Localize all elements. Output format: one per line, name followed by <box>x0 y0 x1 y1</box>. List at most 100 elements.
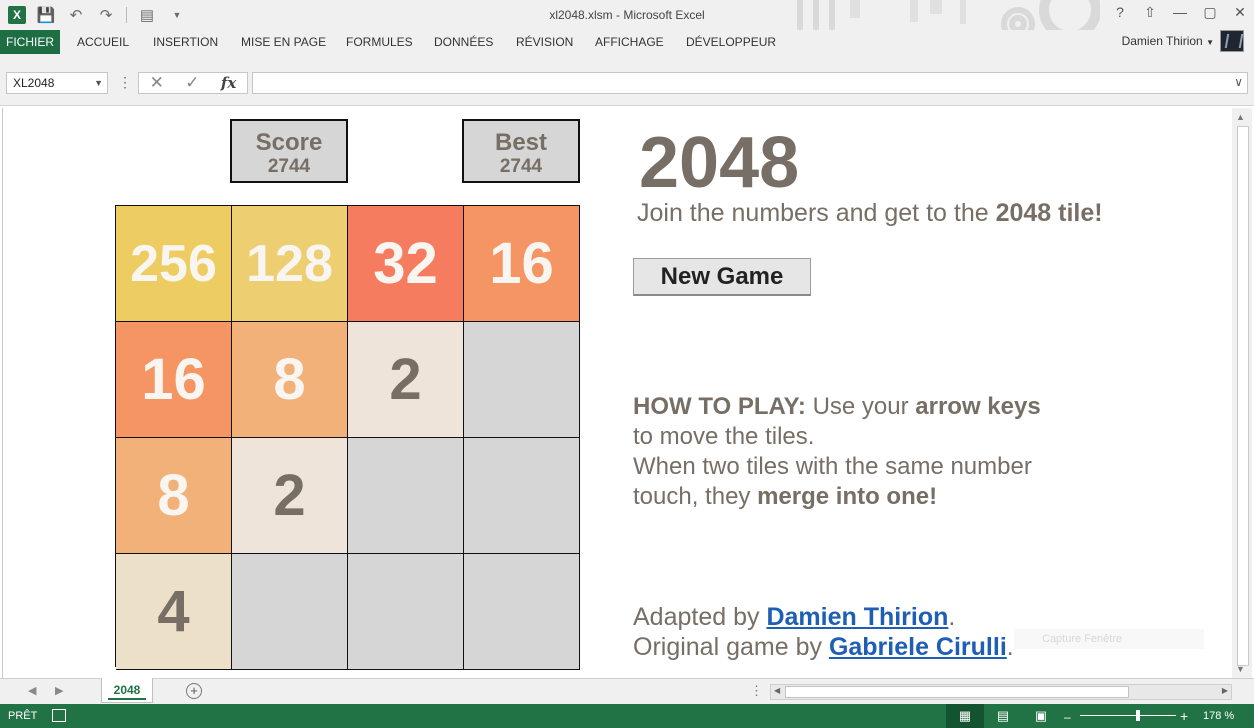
avatar[interactable] <box>1220 30 1244 52</box>
tab-donnees[interactable]: DONNÉES <box>434 30 493 54</box>
empty-tile <box>348 438 464 554</box>
title-bar: X 💾 ↶ ↷ ▤ ▼ xl2048.xlsm - Microsoft Exce… <box>0 0 1254 41</box>
tab-insertion[interactable]: INSERTION <box>153 30 218 54</box>
macro-recording-icon[interactable] <box>52 709 66 722</box>
tile: 128 <box>232 206 348 322</box>
empty-tile <box>464 554 580 670</box>
credit-adapted-suffix: . <box>948 603 956 631</box>
tile: 16 <box>116 322 232 438</box>
author-link[interactable]: Damien Thirion <box>766 603 948 631</box>
zoom-slider-handle[interactable] <box>1136 710 1140 721</box>
credit-original-prefix: Original game by <box>633 633 829 661</box>
tab-formules[interactable]: FORMULES <box>346 30 413 54</box>
credit-original: Original game by Gabriele Cirulli. <box>633 632 1014 662</box>
page-layout-view-icon[interactable]: ▤ <box>984 704 1022 728</box>
capture-tooltip: Capture Fenêtre <box>1014 629 1204 649</box>
scroll-right-icon[interactable]: ▶ <box>1222 686 1228 695</box>
vertical-scrollbar[interactable]: ▲ ▼ <box>1232 108 1252 678</box>
empty-tile <box>348 554 464 670</box>
add-sheet-icon[interactable]: + <box>186 683 202 699</box>
scroll-down-icon[interactable]: ▼ <box>1236 664 1245 674</box>
tile: 4 <box>116 554 232 670</box>
user-menu-chevron-icon: ▼ <box>1206 38 1214 47</box>
subtitle-text: Join the numbers and get to the <box>637 199 996 227</box>
zoom-slider[interactable] <box>1080 715 1176 716</box>
howto-line-4-text: touch, they <box>633 483 758 510</box>
minimize-button[interactable]: — <box>1172 4 1188 21</box>
howto-merge: merge into one! <box>757 483 938 510</box>
empty-tile <box>464 322 580 438</box>
cancel-icon[interactable]: ✕ <box>150 73 164 93</box>
worksheet[interactable]: Score 2744 Best 2744 256 128 32 16 16 8 … <box>2 108 1230 678</box>
help-button[interactable]: ? <box>1112 4 1128 21</box>
game-title: 2048 <box>639 123 800 203</box>
sheet-tabs-bar: ◀ ▶ 2048 + ⋮ ◀ ▶ <box>0 678 1254 704</box>
normal-view-icon[interactable]: ▦ <box>946 704 984 728</box>
tab-developpeur[interactable]: DÉVELOPPEUR <box>686 30 776 54</box>
window-controls: ? ⇧ — ▢ ✕ <box>1112 4 1248 21</box>
excel-window: X 💾 ↶ ↷ ▤ ▼ xl2048.xlsm - Microsoft Exce… <box>0 0 1254 728</box>
restore-button[interactable]: ▢ <box>1202 4 1218 21</box>
tab-mise-en-page[interactable]: MISE EN PAGE <box>241 30 326 54</box>
tile: 8 <box>232 322 348 438</box>
view-buttons: ▦ ▤ ▣ <box>946 704 1060 728</box>
howto-line-3: When two tiles with the same number <box>633 453 1032 480</box>
zoom-out-icon[interactable]: – <box>1064 710 1071 724</box>
insert-function-icon[interactable]: fx <box>221 74 236 92</box>
howto-heading: HOW TO PLAY: <box>633 393 806 420</box>
name-box[interactable]: XL2048 ▼ <box>6 72 108 94</box>
tile: 256 <box>116 206 232 322</box>
empty-tile <box>464 438 580 554</box>
user-name-label: Damien Thirion <box>1121 34 1203 48</box>
tab-fichier[interactable]: FICHIER <box>0 30 60 54</box>
next-sheet-icon[interactable]: ▶ <box>55 684 63 697</box>
credit-adapted: Adapted by Damien Thirion. <box>633 602 1014 632</box>
ribbon-display-options-icon[interactable]: ⇧ <box>1142 4 1158 21</box>
credit-adapted-prefix: Adapted by <box>633 603 767 631</box>
game-board[interactable]: 256 128 32 16 16 8 2 8 2 4 <box>115 205 580 670</box>
vertical-scroll-thumb[interactable] <box>1237 126 1249 666</box>
resize-handle-icon[interactable]: ⋮ <box>118 74 132 91</box>
tile: 32 <box>348 206 464 322</box>
name-box-value: XL2048 <box>13 76 55 90</box>
tab-accueil[interactable]: ACCUEIL <box>77 30 129 54</box>
original-author-link[interactable]: Gabriele Cirulli <box>829 633 1007 661</box>
user-name[interactable]: Damien Thirion ▼ <box>1122 34 1214 48</box>
horizontal-scroll-thumb[interactable] <box>785 686 1129 698</box>
game-subtitle: Join the numbers and get to the 2048 til… <box>637 199 1103 228</box>
subtitle-bold: 2048 tile! <box>995 199 1103 227</box>
name-box-dropdown-icon[interactable]: ▼ <box>94 73 103 93</box>
score-box: Score 2744 <box>230 119 348 183</box>
tile: 2 <box>348 322 464 438</box>
how-to-play: HOW TO PLAY: Use your arrow keys to move… <box>633 392 1041 512</box>
formula-input[interactable]: ∨ <box>252 72 1248 94</box>
zoom-level[interactable]: 178 % <box>1203 710 1234 722</box>
horizontal-scrollbar[interactable]: ◀ ▶ <box>770 684 1232 700</box>
tile: 8 <box>116 438 232 554</box>
page-break-view-icon[interactable]: ▣ <box>1022 704 1060 728</box>
tab-affichage[interactable]: AFFICHAGE <box>595 30 664 54</box>
scroll-up-icon[interactable]: ▲ <box>1236 112 1245 122</box>
sheet-tab-2048[interactable]: 2048 <box>101 678 153 703</box>
formula-buttons: ✕ ✓ fx <box>138 72 248 94</box>
best-box: Best 2744 <box>462 119 580 183</box>
close-button[interactable]: ✕ <box>1232 4 1248 21</box>
score-value: 2744 <box>267 156 311 177</box>
formula-bar: XL2048 ▼ ⋮ ✕ ✓ fx ∨ <box>0 54 1254 106</box>
expand-formula-icon[interactable]: ∨ <box>1234 75 1243 89</box>
tab-revision[interactable]: RÉVISION <box>516 30 573 54</box>
empty-tile <box>232 554 348 670</box>
credit-original-suffix: . <box>1006 633 1014 661</box>
enter-icon[interactable]: ✓ <box>185 73 199 93</box>
status-text: PRÊT <box>8 710 38 722</box>
new-game-button[interactable]: New Game <box>633 258 811 296</box>
zoom-in-icon[interactable]: + <box>1180 708 1188 724</box>
status-bar: PRÊT ▦ ▤ ▣ – + 178 % <box>0 704 1254 728</box>
window-title: xl2048.xlsm - Microsoft Excel <box>549 8 705 22</box>
tab-split-handle-icon[interactable]: ⋮ <box>750 683 763 699</box>
howto-arrow-keys: arrow keys <box>915 393 1041 420</box>
ribbon-tabs: FICHIER ACCUEIL INSERTION MISE EN PAGE F… <box>0 30 1254 54</box>
scroll-left-icon[interactable]: ◀ <box>774 686 780 695</box>
previous-sheet-icon[interactable]: ◀ <box>28 684 36 697</box>
howto-line-1: HOW TO PLAY: Use your arrow keys <box>633 392 1041 422</box>
